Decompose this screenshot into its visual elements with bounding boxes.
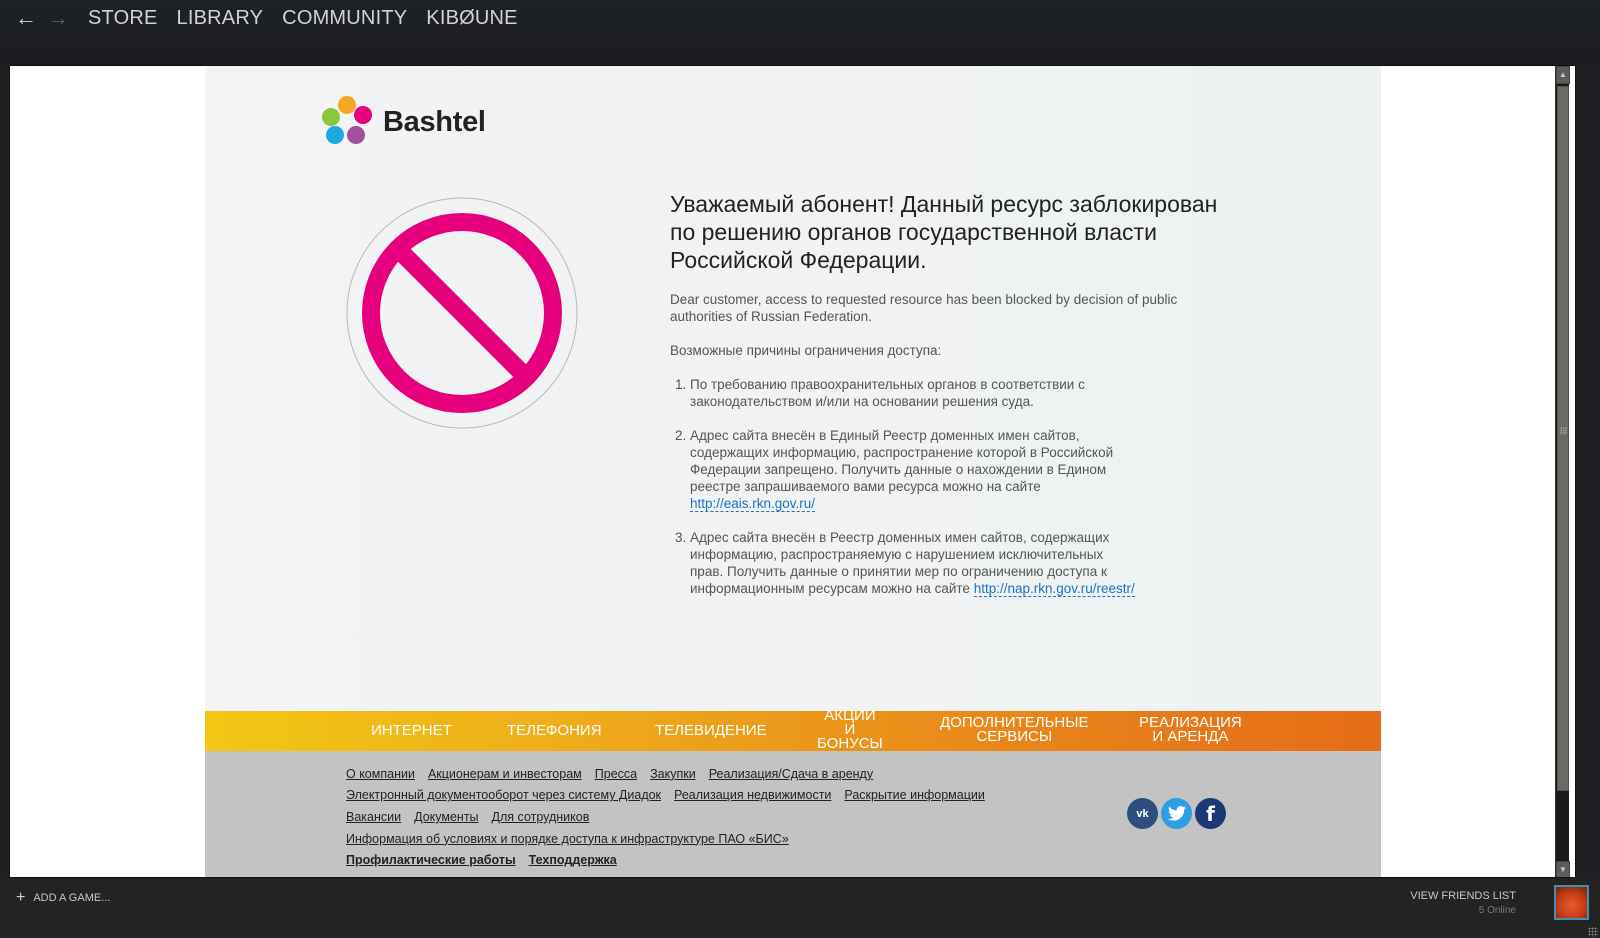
view-friends-button[interactable]: VIEW FRIENDS LIST 5 Online [1410,890,1516,916]
tab-profile[interactable]: KIBØUNE [426,7,517,30]
resize-grip-icon[interactable] [1588,927,1598,937]
browser-viewport: Bashtel Уважаемый абонент! Данный ресурс… [9,65,1576,878]
tab-store[interactable]: STORE [88,7,158,30]
footer-link[interactable]: Профилактические работы [346,853,516,867]
menu-internet[interactable]: ИНТЕРНЕТ [371,723,452,738]
footer-link[interactable]: Закупки [650,767,696,781]
plus-icon: + [16,889,26,906]
menu-television[interactable]: ТЕЛЕВИДЕНИЕ [655,723,767,738]
add-game-label: ADD A GAME... [33,892,111,904]
footer: О компании Акционерам и инвесторам Пресс… [205,751,1381,877]
social-links: vk f [1127,798,1226,829]
footer-link[interactable]: Реализация недвижимости [674,788,831,802]
footer-link[interactable]: Техподдержка [529,853,617,867]
footer-link[interactable]: Реализация/Сдача в аренду [709,767,873,781]
main-menu: ИНТЕРНЕТ ТЕЛЕФОНИЯ ТЕЛЕВИДЕНИЕ АКЦИИ И Б… [205,708,1381,751]
twitter-icon[interactable] [1161,798,1192,829]
reason-item: Адрес сайта внесён в Единый Реестр домен… [690,427,1140,512]
reason-item: По требованию правоохранительных органов… [690,376,1140,410]
online-count: 5 Online [1478,905,1516,916]
tab-library[interactable]: LIBRARY [177,7,264,30]
back-arrow-icon[interactable]: ← [10,5,42,31]
add-game-button[interactable]: + ADD A GAME... [16,889,110,907]
menu-additional-services[interactable]: ДОПОЛНИТЕЛЬНЫЕ СЕРВИСЫ [940,715,1089,744]
footer-link[interactable]: Пресса [595,767,637,781]
reasons-list: По требованию правоохранительных органов… [670,376,1140,597]
eais-link[interactable]: http://eais.rkn.gov.ru/ [690,496,816,512]
footer-link[interactable]: О компании [346,767,415,781]
footer-row: Информация об условиях и порядке доступа… [346,828,998,850]
steam-nav: ← → STORE LIBRARY COMMUNITY KIBØUNE [10,4,523,32]
vertical-scrollbar[interactable]: ▲ ▼ [1555,66,1570,877]
menu-promotions[interactable]: АКЦИИ И БОНУСЫ [817,708,883,751]
menu-sales-rent[interactable]: РЕАЛИЗАЦИЯ И АРЕНДА [1139,715,1242,744]
footer-row: Электронный документооборот через систем… [346,785,998,807]
scroll-down-button[interactable]: ▼ [1556,861,1570,877]
footer-link[interactable]: Вакансии [346,810,401,824]
reasons-title: Возможные причины ограничения доступа: [670,343,942,358]
footer-link[interactable]: Информация об условиях и порядке доступа… [346,832,789,846]
grip-icon [1560,427,1567,434]
footer-row: О компании Акционерам и инвесторам Пресс… [346,763,998,785]
english-notice: Dear customer, access to requested resou… [670,292,1178,324]
user-avatar[interactable] [1554,885,1589,920]
steam-top-bar: ← → STORE LIBRARY COMMUNITY KIBØUNE [0,0,1600,65]
menu-telephony[interactable]: ТЕЛЕФОНИЯ [507,723,602,738]
facebook-icon[interactable]: f [1195,798,1226,829]
scroll-thumb[interactable] [1557,86,1569,791]
view-friends-label: VIEW FRIENDS LIST [1410,890,1516,902]
footer-row: Профилактические работы Техподдержка [346,849,998,871]
nap-link[interactable]: http://nap.rkn.gov.ru/reestr/ [973,581,1135,597]
logo-mark-icon [321,96,373,148]
tab-community[interactable]: COMMUNITY [282,7,407,30]
footer-link[interactable]: Документы [414,810,478,824]
blocked-page: Bashtel Уважаемый абонент! Данный ресурс… [205,66,1381,877]
footer-link[interactable]: Электронный документооборот через систем… [346,788,661,802]
footer-link[interactable]: Акционерам и инвесторам [428,767,582,781]
vk-icon[interactable]: vk [1127,798,1158,829]
reason-item: Адрес сайта внесён в Реестр доменных име… [690,529,1140,597]
footer-link[interactable]: Для сотрудников [492,810,590,824]
footer-row: Вакансии Документы Для сотрудников [346,806,998,828]
block-notice: Уважаемый абонент! Данный ресурс заблоки… [670,190,1230,614]
footer-link[interactable]: Раскрытие информации [844,788,984,802]
scroll-up-button[interactable]: ▲ [1556,66,1570,84]
forward-arrow-icon[interactable]: → [42,5,74,31]
footer-links: О компании Акционерам и инвесторам Пресс… [346,763,998,871]
prohibited-sign-icon [346,197,578,429]
brand-name: Bashtel [383,105,486,138]
steam-bottom-bar: + ADD A GAME... VIEW FRIENDS LIST 5 Onli… [0,879,1600,938]
bashtel-logo[interactable]: Bashtel [321,96,486,148]
notice-headline: Уважаемый абонент! Данный ресурс заблоки… [670,191,1218,273]
